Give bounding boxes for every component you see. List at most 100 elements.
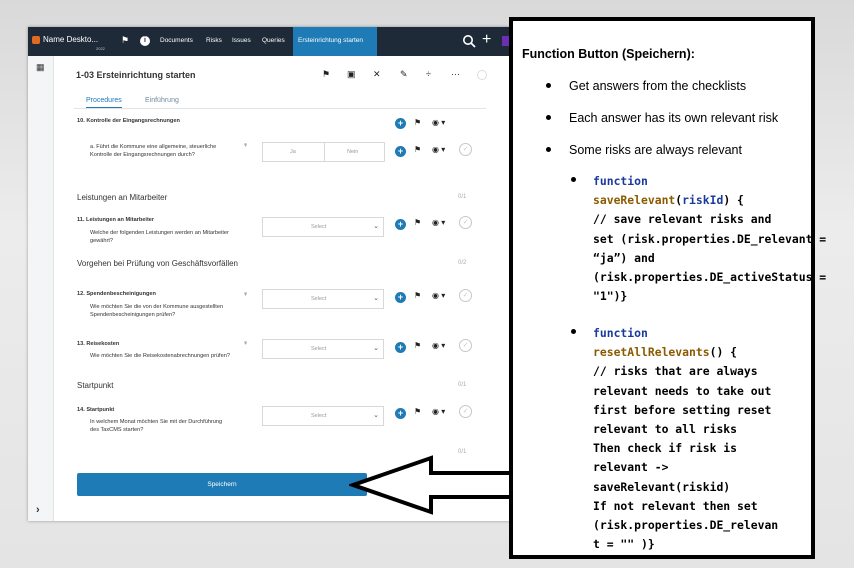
app-window: Name Deskto... 2022 ⚑ i Documents Risks … — [28, 27, 512, 521]
check-icon[interactable]: ✓ — [459, 216, 472, 229]
more-icon[interactable]: ··· — [451, 69, 460, 79]
check-icon[interactable]: ✓ — [459, 289, 472, 302]
eye-icon[interactable]: ◉ ▾ — [432, 145, 445, 154]
info-icon[interactable]: i — [140, 36, 150, 46]
bullet-dot — [546, 147, 551, 152]
question-title-text: 11. Leistungen an Mitarbeiter — [77, 217, 155, 223]
eye-icon[interactable]: ◉ ▾ — [432, 407, 445, 416]
bullet-dot — [571, 177, 576, 182]
sidebar: ▦ › — [28, 56, 54, 521]
question-text: Welche der folgenden Leistungen werden a… — [90, 230, 229, 244]
menu-grid-icon[interactable]: ▦ — [36, 62, 45, 73]
lightbulb-icon[interactable]: ♀ — [243, 142, 248, 149]
answer-select[interactable]: Select ⌄ — [262, 217, 384, 237]
eye-icon[interactable]: ◉ ▾ — [432, 291, 445, 300]
code-function-name: resetAllRelevants — [593, 345, 710, 360]
flag-icon[interactable]: ⚑ — [414, 407, 421, 416]
nav-issues[interactable]: Issues — [232, 37, 251, 44]
bullet-dot — [546, 115, 551, 120]
lightbulb-icon[interactable]: ♀ — [243, 340, 248, 347]
code-keyword: function — [593, 174, 648, 188]
question-text: Wie möchten Sie die von der Kommune ausg… — [90, 304, 224, 318]
code-block-save-relevant: function saveRelevant(riskId) { // save … — [593, 174, 827, 304]
answer-select[interactable]: Select ⌄ — [262, 339, 384, 359]
section-count: 0/1 — [458, 382, 467, 388]
code-param: riskId — [682, 193, 724, 208]
flag-icon[interactable]: ⚑ — [414, 118, 421, 127]
select-value: Select — [311, 296, 327, 302]
tab-divider — [74, 108, 486, 109]
question-title: 11. Leistungen an Mitarbeiter — [77, 217, 247, 225]
flag-icon[interactable]: ⚑ — [414, 291, 421, 300]
add-icon[interactable]: + — [395, 342, 406, 353]
answer-select[interactable]: Select ⌄ — [262, 289, 384, 309]
add-icon[interactable]: + — [482, 31, 491, 49]
divider — [324, 143, 325, 161]
question-text: a. Führt die Kommune eine allgemeine, st… — [90, 144, 217, 158]
nav-documents[interactable]: Documents — [160, 37, 193, 44]
flag-icon[interactable]: ⚑ — [414, 145, 421, 154]
chevron-down-icon: ⌄ — [373, 412, 379, 419]
yes-no-toggle[interactable]: Ja Nein — [262, 142, 385, 162]
question-text: Wie möchten Sie die Reisekostenabrechnun… — [90, 353, 230, 359]
select-value: Select — [311, 224, 327, 230]
chevron-right-icon[interactable]: › — [36, 504, 40, 516]
status-icon — [477, 70, 487, 80]
split-icon[interactable]: ÷ — [426, 69, 431, 79]
question-title: 12. Spendenbescheinigungen — [77, 291, 247, 299]
app-logo — [32, 36, 40, 44]
bullet-dot — [546, 83, 551, 88]
add-icon[interactable]: + — [395, 219, 406, 230]
question-title-text: 10. Kontrolle der Eingangsrechnungen — [77, 118, 180, 124]
check-icon[interactable]: ✓ — [459, 339, 472, 352]
question-title: 10. Kontrolle der Eingangsrechnungen — [77, 118, 277, 126]
add-icon[interactable]: + — [395, 408, 406, 419]
nav-ersteinrichtung[interactable]: Ersteinrichtung starten — [293, 27, 377, 56]
question-title: 13. Reisekosten — [77, 341, 247, 349]
section-title: Vorgehen bei Prüfung von Geschäftsvorfäl… — [77, 259, 238, 268]
tab-einfuehrung[interactable]: Einführung — [145, 97, 179, 104]
no-option[interactable]: Nein — [347, 149, 358, 155]
flag-icon[interactable]: ⚑ — [121, 35, 129, 46]
save-button[interactable]: Speichern — [77, 473, 367, 496]
flag-icon[interactable]: ⚑ — [414, 218, 421, 227]
question-title-text: 13. Reisekosten — [77, 341, 120, 347]
add-icon[interactable]: + — [395, 118, 406, 129]
flag-icon[interactable]: ⚑ — [322, 69, 330, 80]
add-icon[interactable]: + — [395, 292, 406, 303]
flag-icon[interactable]: ⚑ — [414, 341, 421, 350]
select-value: Select — [311, 346, 327, 352]
code-keyword: function — [593, 326, 648, 340]
eye-icon[interactable]: ◉ ▾ — [432, 341, 445, 350]
callout-bullet: Get answers from the checklists — [569, 79, 747, 93]
check-icon[interactable]: ✓ — [459, 405, 472, 418]
eye-icon[interactable]: ◉ ▾ — [432, 218, 445, 227]
nav-queries[interactable]: Queries — [262, 37, 285, 44]
nav-risks[interactable]: Risks — [206, 37, 222, 44]
question-text: In welchem Monat möchten Sie mit der Dur… — [90, 419, 223, 433]
question-title: 14. Startpunkt — [77, 407, 247, 415]
page-title: 1-03 Ersteinrichtung starten — [76, 70, 196, 80]
app-year: 2022 — [96, 46, 105, 51]
nav-active-label: Ersteinrichtung starten — [298, 37, 364, 44]
section-title: Startpunkt — [77, 381, 114, 390]
answer-select[interactable]: Select ⌄ — [262, 406, 384, 426]
app-name[interactable]: Name Deskto... — [43, 35, 98, 44]
eye-icon[interactable]: ◉ ▾ — [432, 118, 445, 127]
add-icon[interactable]: + — [395, 146, 406, 157]
question-title-text: 14. Startpunkt — [77, 407, 115, 413]
callout-title: Function Button (Speichern): — [522, 47, 695, 61]
chevron-down-icon: ⌄ — [373, 223, 379, 230]
tools-icon[interactable]: ✕ — [373, 69, 381, 80]
lightbulb-icon[interactable]: ♀ — [243, 291, 248, 298]
top-bar: Name Deskto... 2022 ⚑ i Documents Risks … — [28, 27, 512, 56]
search-icon[interactable] — [462, 34, 476, 48]
check-icon[interactable]: ✓ — [459, 143, 472, 156]
callout-panel: Function Button (Speichern): Get answers… — [509, 17, 826, 559]
code-body: // save relevant risks and set (risk.pro… — [593, 212, 827, 304]
callout-bullet: Each answer has its own relevant risk — [569, 111, 779, 125]
edit-icon[interactable]: ✎ — [400, 69, 408, 80]
section-count: 0/1 — [458, 194, 467, 200]
print-icon[interactable]: ▣ — [347, 69, 356, 80]
yes-option[interactable]: Ja — [290, 149, 296, 155]
